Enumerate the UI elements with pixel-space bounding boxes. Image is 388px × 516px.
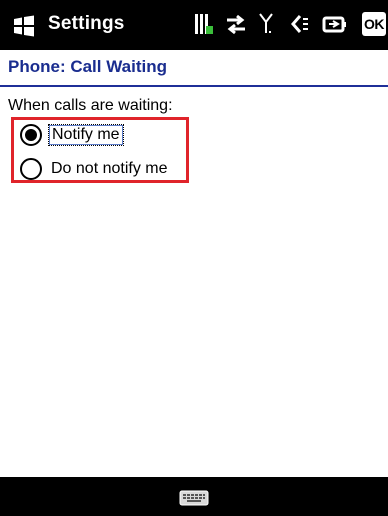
volume-icon[interactable] [288, 12, 310, 38]
radio-button-selected[interactable] [20, 124, 42, 146]
page-header: Phone: Call Waiting [0, 50, 388, 87]
option-label: Do not notify me [51, 160, 168, 177]
radio-option-notify-me[interactable]: Notify me [12, 120, 187, 150]
ok-button[interactable]: OK [362, 12, 386, 36]
battery-icon[interactable] [194, 12, 214, 38]
section-label: When calls are waiting: [8, 97, 173, 114]
signal-icon[interactable] [258, 12, 274, 38]
charging-icon[interactable] [322, 12, 348, 38]
radio-button[interactable] [20, 158, 42, 180]
option-label: Notify me [48, 124, 124, 146]
radio-option-do-not-notify[interactable]: Do not notify me [12, 154, 187, 184]
app-title: Settings [48, 13, 125, 34]
title-bar: Settings OK [0, 0, 388, 50]
bottom-bar [0, 477, 388, 516]
page-title: Phone: Call Waiting [8, 57, 167, 76]
windows-logo-icon[interactable] [12, 14, 36, 38]
connectivity-icon[interactable] [224, 12, 248, 38]
keyboard-icon[interactable] [179, 490, 209, 506]
